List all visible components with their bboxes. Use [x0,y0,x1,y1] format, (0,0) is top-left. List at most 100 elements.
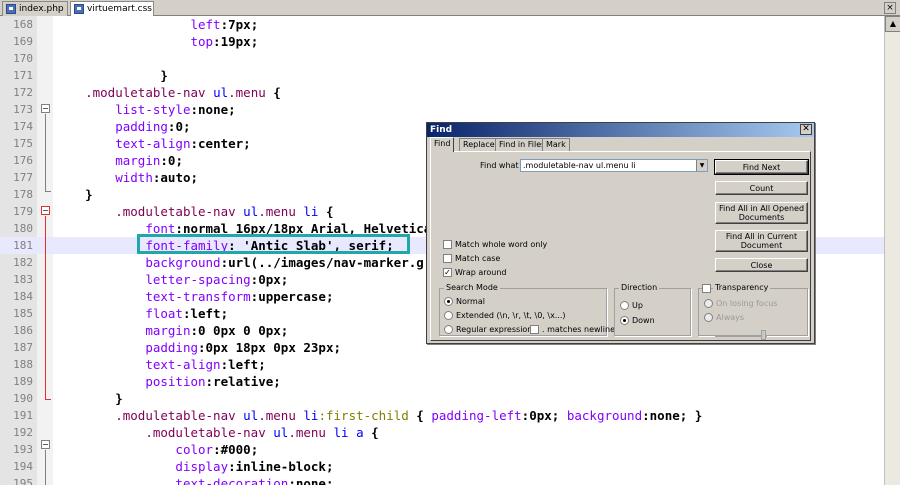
find-what-input[interactable]: .moduletable-nav ul.menu li ▼ [520,159,708,172]
code-token: } [160,68,168,83]
code-token: : [642,408,650,423]
on-losing-focus-radio[interactable] [704,299,713,308]
tab-virtuemart-css[interactable]: virtuemart.css [70,1,154,17]
code-token: margin [115,153,161,168]
code-token: { [326,204,334,219]
code-text: .moduletable-nav ul.menu li:first-child … [55,407,702,424]
code-line[interactable]: 194 display:inline-block; [0,458,884,475]
code-line[interactable]: 171 } [0,67,884,84]
code-token: margin [145,323,191,338]
code-line[interactable]: 172 .moduletable-nav ul.menu { [0,84,884,101]
code-text: text-transform:uppercase; [55,288,333,305]
close-button[interactable]: Close [715,258,808,272]
code-token: : [205,374,214,389]
tab-find[interactable]: Find [430,137,455,152]
code-line[interactable]: 195 text-decoration:none; [0,475,884,485]
transparency-checkbox[interactable] [702,284,711,293]
code-token: :first-child [318,408,409,423]
code-line[interactable]: 188 text-align:left; [0,356,884,373]
line-number: 187 [13,341,33,354]
line-number: 179 [13,205,33,218]
code-text: text-align:center; [55,135,250,152]
always-radio[interactable] [704,313,713,322]
line-number: 168 [13,18,33,31]
scroll-up-icon[interactable]: ▲ [885,16,900,32]
code-token: text-decoration [175,476,289,485]
code-token: left [190,306,221,321]
matches-newline-checkbox[interactable] [530,325,539,334]
code-line[interactable]: 173 list-style:none; [0,101,884,118]
code-token: #000 [220,442,251,457]
code-line[interactable]: 168 left:7px; [0,16,884,33]
match-case-checkbox[interactable] [443,254,452,263]
transparency-slider-thumb[interactable] [761,330,766,340]
code-token: inline-block [235,459,326,474]
line-number: 178 [13,188,33,201]
close-icon[interactable]: ✕ [800,124,812,135]
search-mode-title: Search Mode [444,283,500,292]
code-text: .moduletable-nav ul.menu { [55,84,281,101]
code-token: .menu [258,204,296,219]
code-text: list-style:none; [55,101,235,118]
tab-replace[interactable]: Replace [459,138,499,151]
normal-radio[interactable] [444,297,453,306]
direction-title: Direction [619,283,660,292]
code-token: text-align [145,357,221,372]
chevron-down-icon[interactable]: ▼ [696,160,707,171]
code-line[interactable]: 190 } [0,390,884,407]
extended-radio[interactable] [444,311,453,320]
line-number: 184 [13,290,33,303]
line-number: 171 [13,69,33,82]
code-token: uppercase [258,289,326,304]
code-token: ; [175,153,183,168]
up-radio[interactable] [620,301,629,310]
code-text: .moduletable-nav ul.menu li { [55,203,334,220]
match-whole-word-checkbox[interactable] [443,240,452,249]
code-token: auto [160,170,191,185]
code-line[interactable]: 191 .moduletable-nav ul.menu li:first-ch… [0,407,884,424]
code-token: ; [551,408,567,423]
code-text: } [55,390,123,407]
vertical-scrollbar[interactable]: ▲ [884,16,900,485]
code-line[interactable]: 189 position:relative; [0,373,884,390]
tab-mark[interactable]: Mark [542,138,570,151]
wrap-around-label: Wrap around [455,268,507,277]
dialog-title: Find [430,125,453,135]
code-text: margin:0; [55,152,183,169]
code-token: ; [258,357,266,372]
fold-toggle-icon[interactable]: − [41,440,50,449]
extended-label: Extended (\n, \r, \t, \0, \x...) [456,311,566,320]
find-all-current-button[interactable]: Find All in Current Document [715,230,808,252]
tab-index-php[interactable]: index.php [2,1,68,16]
regex-radio[interactable] [444,325,453,334]
code-token: ; [325,476,334,485]
code-token: ul [273,425,289,440]
dialog-title-bar[interactable]: Find [427,123,814,137]
wrap-around-checkbox[interactable]: ✓ [443,268,452,277]
line-number: 195 [13,477,33,485]
count-button[interactable]: Count [715,181,808,195]
find-all-opened-button[interactable]: Find All in All Opened Documents [715,202,808,224]
down-radio[interactable] [620,316,629,325]
code-line[interactable]: 169 top:19px; [0,33,884,50]
code-line[interactable]: 192 .moduletable-nav ul.menu li a { [0,424,884,441]
fold-toggle-icon[interactable]: − [41,104,50,113]
fold-toggle-icon[interactable]: − [41,206,50,215]
code-line[interactable]: 170 [0,50,884,67]
code-token: 7px [228,17,251,32]
code-line[interactable]: 193 color:#000; [0,441,884,458]
find-next-button[interactable]: Find Next [714,159,809,175]
code-token: ; [325,459,334,474]
code-token: : [220,357,229,372]
close-icon[interactable]: × [884,2,896,14]
code-text: color:#000; [55,441,258,458]
